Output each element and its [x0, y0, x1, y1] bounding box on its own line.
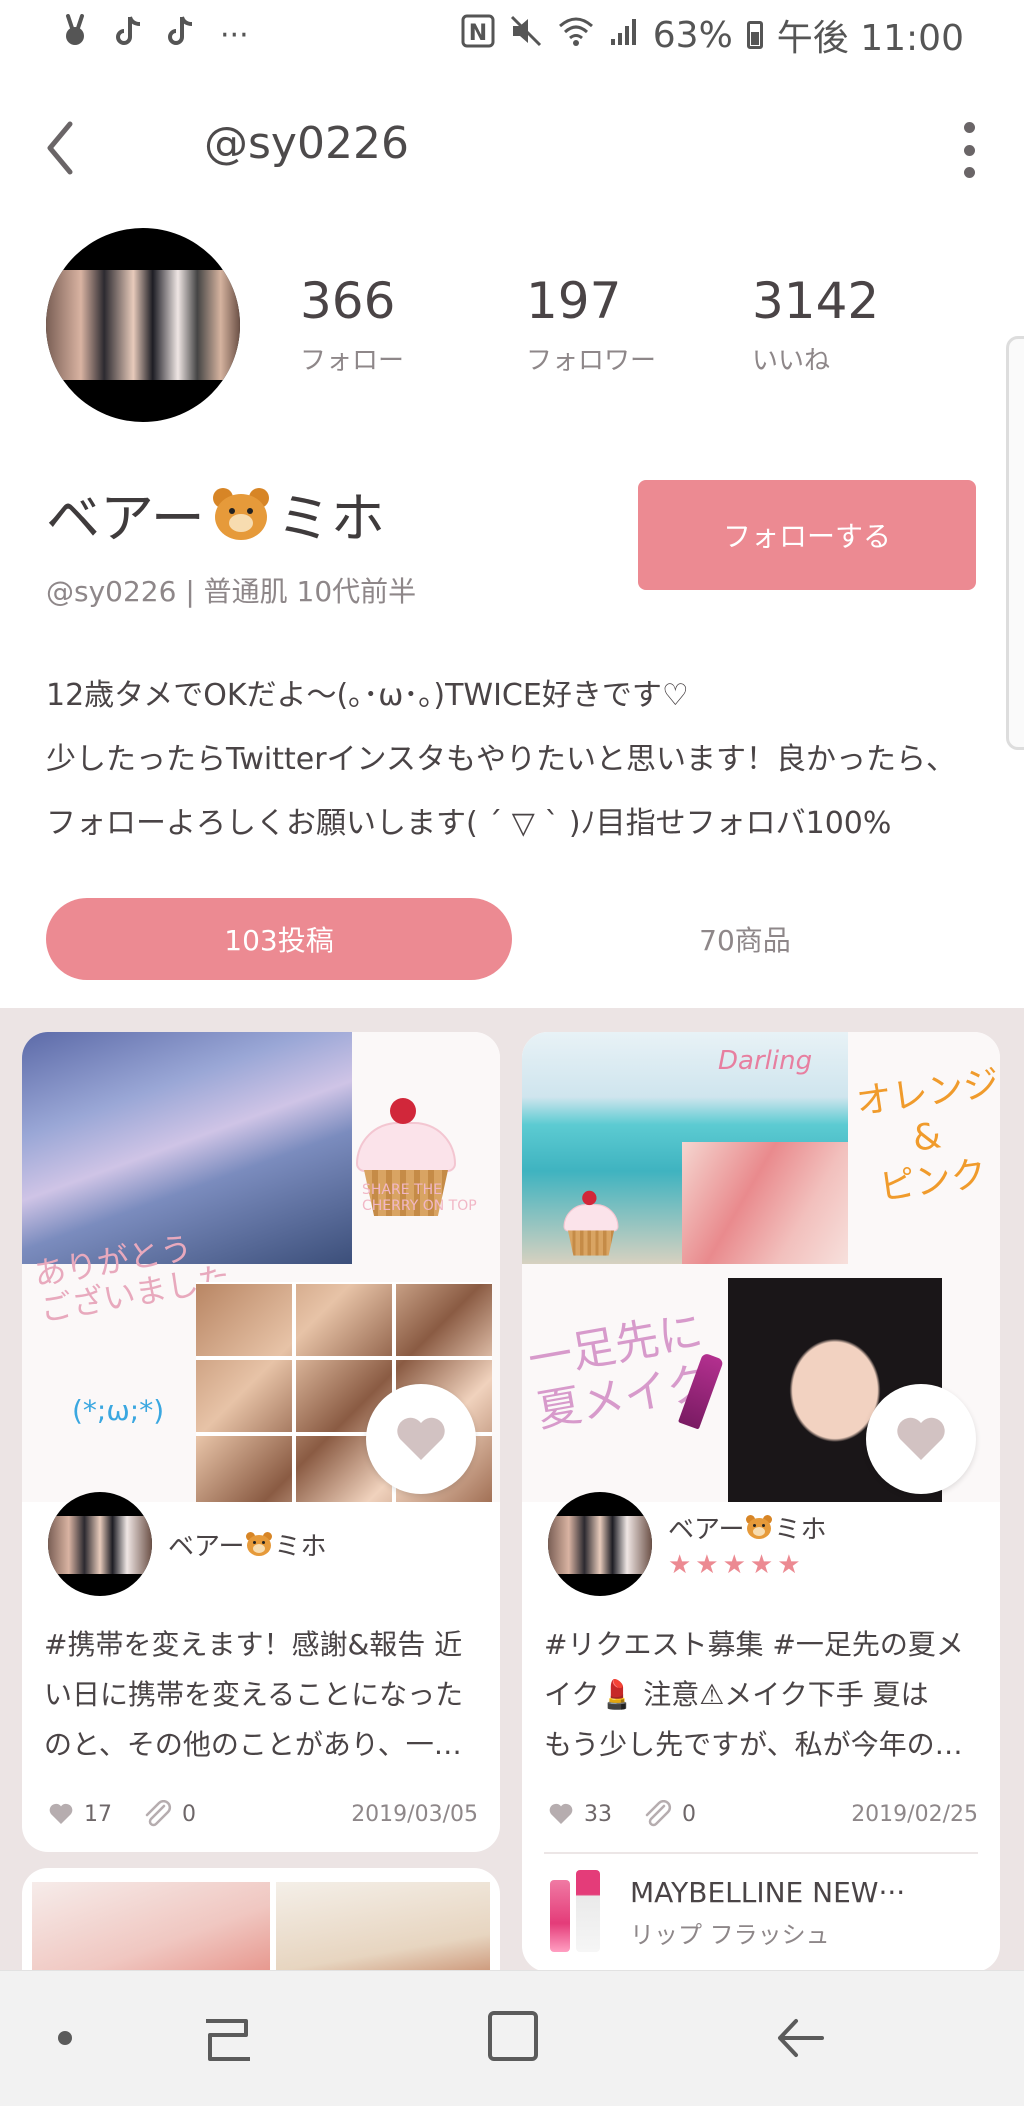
- nav-hide-button[interactable]: [58, 2031, 72, 2045]
- heart-icon: [897, 1417, 945, 1460]
- post-feed: SHARE THE CHERRY ON TOP ありがとう ございました (*;…: [0, 1008, 1024, 2068]
- paperclip-icon[interactable]: [142, 1800, 172, 1828]
- stat-likes-label: いいね: [752, 346, 831, 376]
- post-text[interactable]: #リクエスト募集 #一足先の夏メ イク💄 注意⚠メイク下手 夏は もう少し先です…: [544, 1620, 978, 1770]
- post-author[interactable]: ベアー ミホ ★★★★★: [548, 1492, 826, 1596]
- battery-icon: [746, 21, 763, 49]
- more-vert-icon: [963, 122, 975, 133]
- post-date: 2019/02/25: [851, 1801, 978, 1827]
- profile-subline: @sy0226 | 普通肌 10代前半: [46, 575, 417, 608]
- status-right-icons: N 63% 午後 11:00: [461, 9, 964, 61]
- heart-icon: [397, 1417, 445, 1460]
- heart-icon[interactable]: [48, 1803, 74, 1825]
- stat-followers-label: フォロワー: [526, 346, 657, 376]
- signal-icon: [609, 15, 639, 56]
- post-text[interactable]: #携帯を変えます！感謝&報告 近 い日に携帯を変えることになった のと、その他の…: [44, 1620, 478, 1770]
- chevron-left-icon: [47, 121, 73, 175]
- collage-emoticon: (*;ω;*): [72, 1394, 165, 1427]
- tiktok-icon: [168, 15, 194, 55]
- nfc-icon: N: [461, 14, 495, 57]
- divider: [544, 1852, 978, 1854]
- tiktok-icon: [116, 15, 142, 55]
- stat-following-label: フォロー: [300, 346, 405, 376]
- cupcake-caption: SHARE THE CHERRY ON TOP: [362, 1182, 477, 1214]
- like-count: 17: [84, 1801, 112, 1827]
- bio-line: フォローよろしくお願いします( ´ ▽ ` )ﾉ目指せフォロバ100%: [46, 806, 892, 841]
- back-button[interactable]: [40, 118, 100, 178]
- like-button[interactable]: [366, 1384, 476, 1494]
- recents-icon: [206, 2019, 250, 2061]
- more-options-button[interactable]: [954, 122, 984, 178]
- bio-line: 12歳タメでOKだよ〜(｡･ω･｡)TWICE好きです♡: [46, 678, 689, 713]
- heart-icon[interactable]: [548, 1803, 574, 1825]
- system-nav-bar: [0, 1970, 1024, 2106]
- mute-icon: [509, 14, 543, 57]
- top-app-bar: @sy0226: [0, 100, 1024, 200]
- like-button[interactable]: [866, 1384, 976, 1494]
- collage-caption: オレンジ & ピンク: [853, 1062, 1000, 1209]
- rating-stars: ★★★★★: [668, 1549, 805, 1580]
- paperclip-icon[interactable]: [642, 1800, 672, 1828]
- stat-following[interactable]: 366 フォロー: [300, 272, 404, 377]
- page-title: @sy0226: [204, 118, 409, 169]
- recents-button[interactable]: [200, 2015, 256, 2065]
- post-meta: 33 0 2019/02/25: [548, 1794, 978, 1834]
- post-meta: 17 0 2019/03/05: [48, 1794, 478, 1834]
- lip-swatch-photo: [682, 1142, 848, 1264]
- avatar: [548, 1492, 652, 1596]
- clock: 午後 11:00: [776, 18, 964, 59]
- edge-panel-handle[interactable]: [1006, 336, 1024, 750]
- bear-face-icon: [244, 1530, 274, 1558]
- lipstick-icon: [544, 1870, 610, 1956]
- product-name: MAYBELLINE NEW···: [630, 1876, 906, 1909]
- more-dots-icon: ···: [220, 17, 249, 53]
- battery-percent: 63%: [652, 14, 733, 56]
- profile-bio: 12歳タメでOKだよ〜(｡･ω･｡)TWICE好きです♡ 少したったらTwitt…: [46, 664, 986, 856]
- product-desc: リップ フラッシュ: [630, 1921, 830, 1949]
- stat-followers[interactable]: 197 フォロワー: [526, 272, 656, 377]
- system-back-button[interactable]: [772, 2013, 828, 2063]
- post-date: 2019/03/05: [351, 1801, 478, 1827]
- profile-avatar[interactable]: [46, 228, 240, 422]
- wifi-icon: [557, 15, 595, 56]
- author-name: ベアー ミホ: [168, 1530, 327, 1562]
- stat-followers-count: 197: [526, 272, 622, 330]
- status-left-icons: ···: [60, 14, 249, 56]
- bear-face-icon: [209, 484, 273, 544]
- author-name: ベアー ミホ: [668, 1513, 827, 1545]
- stat-following-count: 366: [300, 272, 396, 330]
- clip-count: 0: [182, 1801, 196, 1827]
- tab-posts[interactable]: 103投稿: [46, 898, 512, 980]
- follow-button[interactable]: フォローする: [638, 480, 976, 590]
- clip-count: 0: [682, 1801, 696, 1827]
- status-bar: ··· N 63% 午後 11:00: [0, 0, 1024, 70]
- bear-face-icon: [744, 1513, 774, 1541]
- stat-likes-count: 3142: [752, 272, 880, 330]
- post-card[interactable]: Darling オレンジ & ピンク 一足先に 夏メイク ベアー ミホ ★★★★…: [522, 1032, 1000, 1972]
- home-button[interactable]: [488, 2011, 538, 2061]
- cupcake-icon: [558, 1182, 624, 1259]
- back-arrow-icon: [778, 2019, 824, 2057]
- post-card[interactable]: SHARE THE CHERRY ON TOP ありがとう ございました (*;…: [22, 1032, 500, 1852]
- bunny-icon: [60, 14, 90, 56]
- tagged-product[interactable]: MAYBELLINE NEW··· リップ フラッシュ: [544, 1868, 984, 1958]
- bio-line: 少したったらTwitterインスタもやりたいと思います！良かったら、: [46, 742, 956, 777]
- like-count: 33: [584, 1801, 612, 1827]
- svg-text:N: N: [469, 21, 487, 46]
- post-author[interactable]: ベアー ミホ: [48, 1492, 326, 1596]
- display-name: ベアー ミホ: [46, 474, 385, 553]
- collage-caption: Darling: [718, 1046, 813, 1076]
- stat-likes[interactable]: 3142 いいね: [752, 272, 879, 377]
- tab-items[interactable]: 70商品: [600, 898, 890, 980]
- avatar: [48, 1492, 152, 1596]
